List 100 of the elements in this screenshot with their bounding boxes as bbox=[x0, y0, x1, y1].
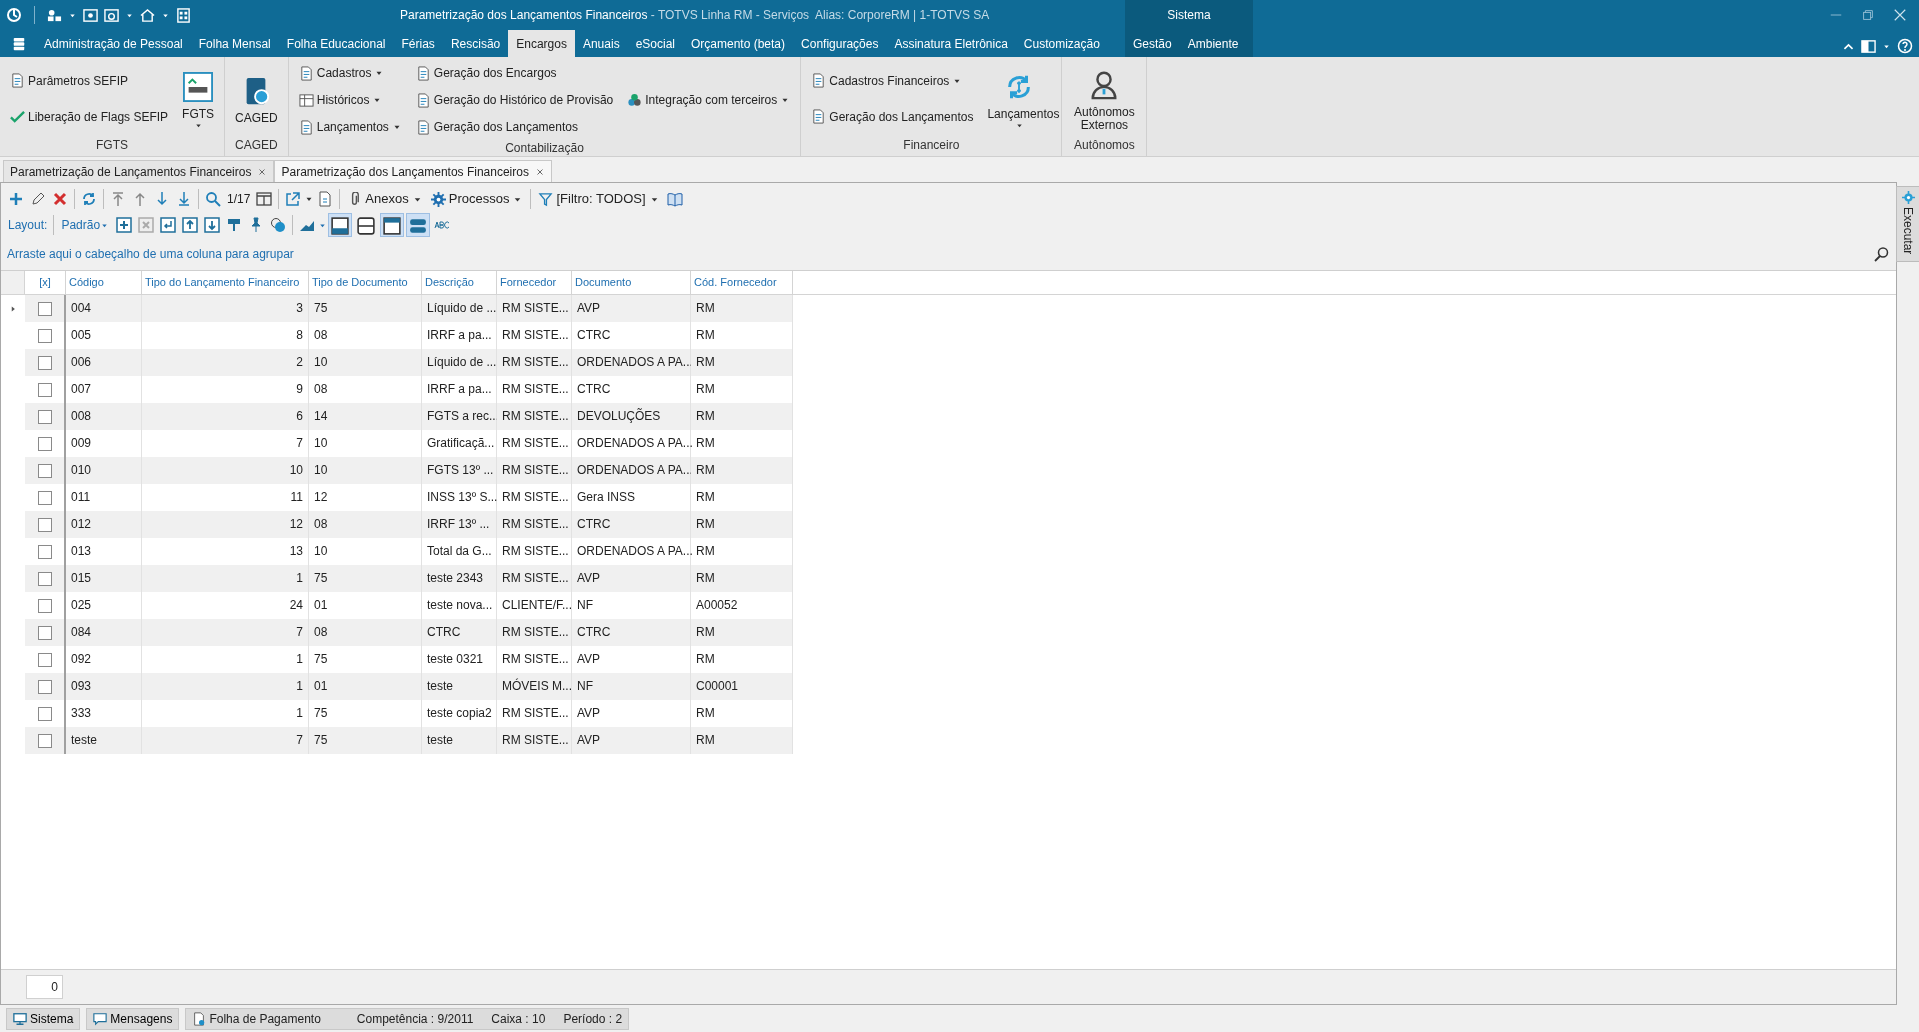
side-panel-tab[interactable]: Executar bbox=[1896, 186, 1919, 262]
row-checkbox[interactable] bbox=[37, 544, 52, 559]
row-checkbox[interactable] bbox=[37, 733, 52, 748]
window-eye-icon[interactable] bbox=[83, 7, 98, 23]
row-checkbox[interactable] bbox=[37, 436, 52, 451]
table-cell: 015 bbox=[66, 565, 142, 592]
table-cell: 75 bbox=[309, 295, 422, 322]
row-checkbox[interactable] bbox=[37, 706, 52, 721]
status-button[interactable]: Sistema bbox=[6, 1007, 81, 1030]
ribbon-button[interactable]: Parâmetros SEFIP bbox=[6, 68, 173, 93]
document-tab[interactable]: Parametrização dos Lançamentos Financeiros bbox=[274, 160, 552, 182]
layout-dropdown[interactable]: Padrão bbox=[57, 213, 114, 237]
row-checkbox[interactable] bbox=[37, 679, 52, 694]
processes-button[interactable]: Processos bbox=[426, 187, 528, 211]
row-checkbox[interactable] bbox=[37, 598, 52, 613]
menu-tab[interactable]: Configurações bbox=[793, 30, 887, 57]
view-toggle[interactable] bbox=[406, 213, 431, 237]
ribbon-button[interactable]: Liberação de Flags SEFIP bbox=[6, 104, 173, 129]
row-checkbox[interactable] bbox=[37, 301, 52, 316]
table-cell: 008 bbox=[66, 403, 142, 430]
people-icon[interactable] bbox=[47, 7, 62, 23]
view-toggle[interactable] bbox=[328, 213, 353, 237]
calculator-icon[interactable] bbox=[176, 7, 191, 23]
search-icon[interactable] bbox=[1874, 246, 1890, 262]
menu-tab[interactable]: Assinatura Eletrônica bbox=[886, 30, 1016, 57]
ribbon-button[interactable]: Históricos bbox=[294, 88, 406, 112]
table-cell: C00001 bbox=[691, 673, 793, 700]
table-cell: RM bbox=[691, 619, 793, 646]
menu-tab[interactable]: Ambiente bbox=[1179, 30, 1247, 57]
ribbon-button[interactable]: Autônomos Externos bbox=[1068, 65, 1141, 132]
molecules-icon bbox=[627, 92, 643, 108]
close-icon[interactable] bbox=[257, 166, 268, 177]
table-cell: 10 bbox=[309, 349, 422, 376]
gear-icon bbox=[1901, 191, 1915, 204]
table-cell: teste bbox=[66, 727, 142, 754]
ribbon-button[interactable]: CAGED bbox=[231, 72, 282, 125]
menu-tab[interactable]: Gestão bbox=[1125, 30, 1180, 57]
record-count: 0 bbox=[26, 975, 63, 999]
menu-tab[interactable]: Orçamento (beta) bbox=[683, 30, 794, 57]
row-checkbox[interactable] bbox=[37, 490, 52, 505]
row-checkbox[interactable] bbox=[37, 625, 52, 640]
status-field: Caixa : 10 bbox=[491, 1009, 546, 1028]
module-label: Folha de Pagamento bbox=[209, 1010, 321, 1028]
menu-tab[interactable]: Férias bbox=[393, 30, 443, 57]
menu-tab[interactable]: eSocial bbox=[627, 30, 683, 57]
menu-tab[interactable]: Customização bbox=[1015, 30, 1108, 57]
column-header[interactable]: Tipo de Documento bbox=[309, 271, 422, 294]
table-cell: RM SISTE... bbox=[497, 403, 572, 430]
ribbon-button[interactable]: Geração dos Encargos bbox=[411, 61, 618, 85]
menu-icon[interactable] bbox=[12, 37, 26, 51]
column-header[interactable]: [x] bbox=[25, 271, 66, 294]
row-checkbox[interactable] bbox=[37, 382, 52, 397]
ribbon-button[interactable]: Geração dos Lançamentos bbox=[807, 104, 978, 129]
menu-tab[interactable]: Encargos bbox=[508, 30, 575, 57]
column-header[interactable]: Descrição bbox=[422, 271, 497, 294]
document-icon bbox=[811, 73, 827, 88]
table-cell: Líquido de ... bbox=[422, 295, 497, 322]
row-checkbox[interactable] bbox=[37, 652, 52, 667]
column-header[interactable]: Código bbox=[66, 271, 142, 294]
column-header[interactable]: Fornecedor bbox=[497, 271, 572, 294]
column-header[interactable]: Cód. Fornecedor bbox=[691, 271, 793, 294]
table-cell: RM SISTE... bbox=[497, 727, 572, 754]
ribbon-button[interactable]: FGTS bbox=[178, 67, 219, 130]
menu-tab[interactable]: Rescisão bbox=[442, 30, 509, 57]
status-button[interactable]: Mensagens bbox=[86, 1007, 180, 1030]
ribbon-button[interactable]: Lançamentos bbox=[294, 115, 406, 139]
close-icon[interactable] bbox=[534, 166, 545, 177]
row-checkbox[interactable] bbox=[37, 355, 52, 370]
table-cell: AVP bbox=[572, 295, 691, 322]
column-header[interactable]: Tipo do Lançamento Financeiro bbox=[142, 271, 309, 294]
help-icon[interactable] bbox=[1897, 38, 1913, 54]
ribbon-button[interactable]: Cadastros Financeiros bbox=[807, 68, 978, 93]
document-tab[interactable]: Parametrização de Lançamentos Financeiros bbox=[3, 160, 275, 182]
ribbon-button[interactable]: Geração do Histórico de Provisão bbox=[411, 88, 618, 112]
table-cell: 01 bbox=[309, 673, 422, 700]
panel-layout-icon[interactable] bbox=[1861, 38, 1876, 54]
menu-tab[interactable]: Folha Educacional bbox=[278, 30, 394, 57]
ribbon-button[interactable]: Cadastros bbox=[294, 61, 406, 85]
restore-icon[interactable] bbox=[1861, 8, 1875, 22]
table-cell: 6 bbox=[142, 403, 309, 430]
row-checkbox[interactable] bbox=[37, 571, 52, 586]
menu-tab[interactable]: Administração de Pessoal bbox=[36, 30, 191, 57]
close-icon[interactable] bbox=[1893, 8, 1907, 22]
row-checkbox[interactable] bbox=[37, 409, 52, 424]
home-icon[interactable] bbox=[140, 7, 155, 23]
row-checkbox[interactable] bbox=[37, 517, 52, 532]
view-toggle[interactable] bbox=[380, 213, 405, 237]
row-checkbox[interactable] bbox=[37, 328, 52, 343]
menu-tab[interactable]: Folha Mensal bbox=[190, 30, 279, 57]
attachments-button[interactable]: Anexos bbox=[343, 187, 427, 211]
filter-icon bbox=[538, 191, 554, 207]
table-icon bbox=[298, 92, 314, 108]
filter-button[interactable]: [Filtro: TODOS] bbox=[534, 187, 664, 211]
column-header[interactable]: Documento bbox=[572, 271, 691, 294]
power-icon[interactable] bbox=[6, 7, 22, 23]
ribbon-button[interactable]: Geração dos Lançamentos bbox=[411, 115, 618, 139]
row-checkbox[interactable] bbox=[37, 463, 52, 478]
ribbon-button[interactable]: Integração com terceiros bbox=[623, 88, 795, 112]
window-icon[interactable] bbox=[104, 7, 119, 23]
menu-tab[interactable]: Anuais bbox=[574, 30, 628, 57]
